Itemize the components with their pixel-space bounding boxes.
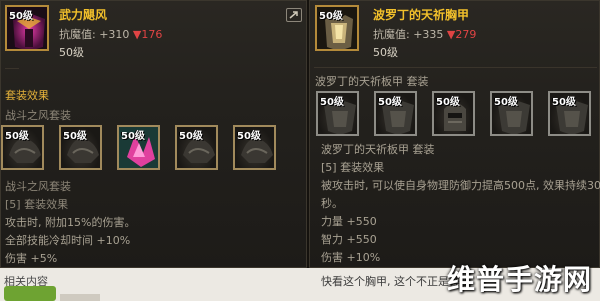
item-level-badge: 50级 — [552, 97, 576, 108]
bonus-line: 全部技能冷却时间 +10% — [5, 234, 131, 247]
item-level-text: 50级 — [373, 46, 398, 59]
item-level-badge: 50级 — [436, 97, 460, 108]
plate-armor-icon[interactable]: 50级 — [548, 91, 591, 136]
plate-armor-icon[interactable]: 50级 — [316, 91, 359, 136]
chestplate-icon[interactable]: 50级 — [315, 5, 359, 51]
crystal-armor-icon[interactable]: 50级 — [117, 125, 160, 170]
item-level-text: 50级 — [59, 46, 84, 59]
item-level-badge: 50级 — [63, 131, 87, 142]
plate-armor-icon[interactable]: 50级 — [490, 91, 533, 136]
related-chip[interactable] — [60, 294, 100, 301]
watermark: 维普手游网 — [446, 263, 592, 296]
left-item-tooltip: 50级 武力飓风 抗魔值: +310 ▼176 50级 套装效果 战斗之风套装 … — [0, 0, 307, 268]
item-level-badge: 50级 — [9, 11, 33, 22]
item-level-badge: 50级 — [179, 131, 203, 142]
right-item-tooltip: 50级 波罗丁的天祈胸甲 抗魔值: +335 ▼279 50级 波罗丁的天祈板甲… — [309, 0, 600, 268]
item-level-badge: 50级 — [494, 97, 518, 108]
item-name: 波罗丁的天祈胸甲 — [373, 8, 470, 22]
hurricane-armor-icon[interactable]: 50级 — [5, 5, 49, 51]
item-level-badge: 50级 — [378, 97, 402, 108]
bonus-line: 秒。 — [321, 197, 343, 210]
stat-label: 抗魔值: +335 — [373, 28, 444, 41]
item-level-badge: 50级 — [121, 131, 145, 142]
bonus-line: 伤害 +10% — [321, 251, 381, 264]
left-item-header: 50级 武力飓风 抗魔值: +310 ▼176 50级 — [1, 1, 306, 63]
stat-line: 抗魔值: +335 ▼279 — [373, 26, 476, 42]
stat-label: 抗魔值: +310 — [59, 28, 130, 41]
helmet-icon[interactable]: 50级 — [432, 91, 475, 136]
item-level-badge: 50级 — [5, 131, 29, 142]
bonus-line: 智力 +550 — [321, 233, 377, 246]
stat-delta: ▼279 — [446, 28, 477, 41]
set-title: 波罗丁的天祈板甲 套装 — [315, 75, 429, 88]
bonus-line: 力量 +550 — [321, 215, 377, 228]
bonus-line: 伤害 +5% — [5, 252, 58, 265]
set-name: 战斗之风套装 — [5, 109, 71, 122]
set-effect-title: 套装效果 — [5, 89, 49, 102]
right-item-header: 50级 波罗丁的天祈胸甲 抗魔值: +335 ▼279 50级 — [310, 1, 599, 63]
armor-piece-icon[interactable]: 50级 — [59, 125, 102, 170]
set-bonus-title: [5] 套装效果 — [321, 161, 385, 174]
item-level-badge: 50级 — [237, 131, 261, 142]
watermark-logo-icon — [4, 286, 56, 301]
armor-piece-icon[interactable]: 50级 — [1, 125, 44, 170]
armor-piece-icon[interactable]: 50级 — [175, 125, 218, 170]
plate-armor-icon[interactable]: 50级 — [374, 91, 417, 136]
bonus-line: 攻击时, 附加15%的伤害。 — [5, 216, 136, 229]
divider — [314, 67, 597, 68]
set-name-secondary: 战斗之风套装 — [5, 180, 71, 193]
set-bonus-title: [5] 套装效果 — [5, 198, 69, 211]
share-icon[interactable] — [286, 8, 302, 22]
armor-piece-icon[interactable]: 50级 — [233, 125, 276, 170]
item-level-badge: 50级 — [320, 97, 344, 108]
set-name-secondary: 波罗丁的天祈板甲 套装 — [321, 143, 435, 156]
divider — [5, 68, 19, 69]
item-level-badge: 50级 — [319, 11, 343, 22]
item-name: 武力飓风 — [59, 8, 108, 22]
stat-delta: ▼176 — [132, 28, 163, 41]
stat-line: 抗魔值: +310 ▼176 — [59, 26, 162, 42]
bonus-line: 被攻击时, 可以使自身物理防御力提高500点, 效果持续30 — [321, 179, 600, 192]
